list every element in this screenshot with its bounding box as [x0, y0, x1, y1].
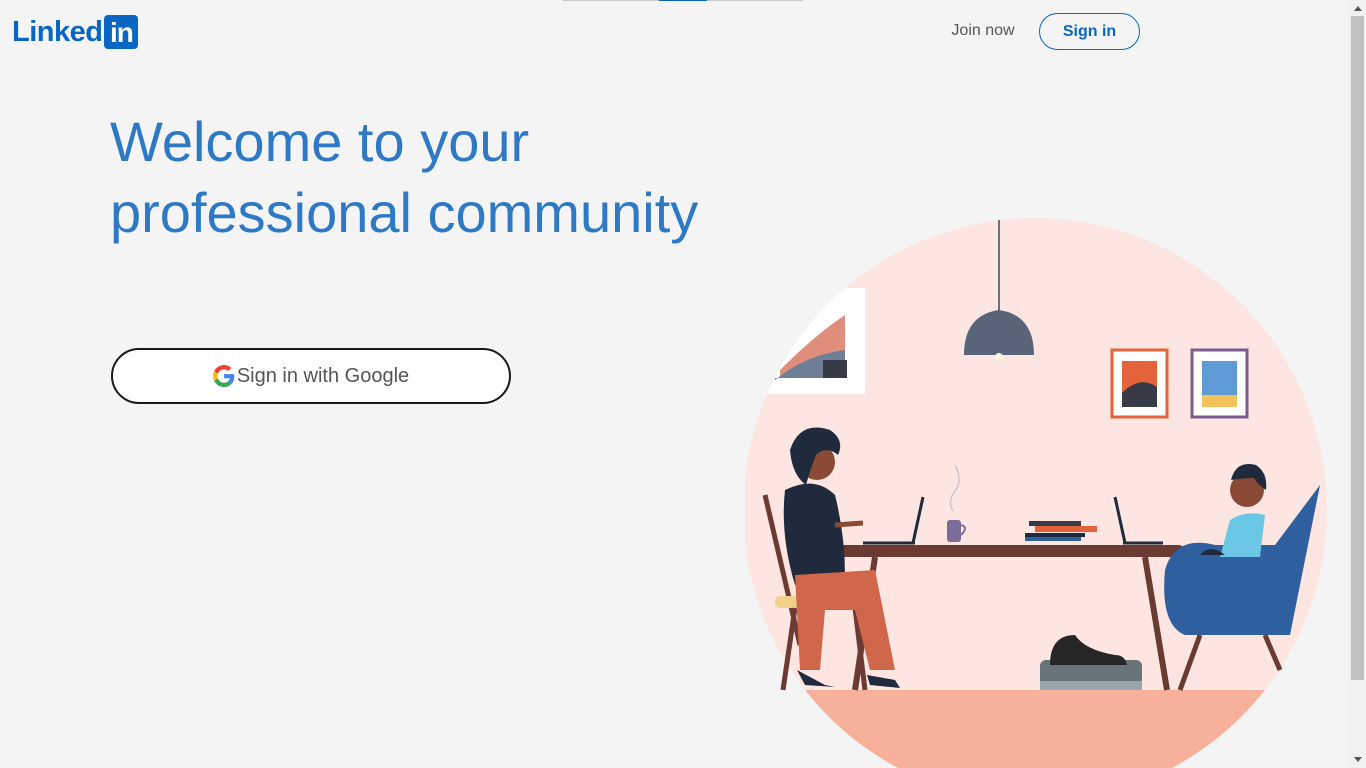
headline-line-1: Welcome to your: [110, 110, 530, 173]
logo-in-box: in: [104, 15, 139, 49]
page-headline: Welcome to your professional community: [110, 106, 770, 248]
logo-wordmark: Linked: [12, 16, 103, 48]
hero-illustration: [745, 218, 1327, 768]
sign-in-with-google-button[interactable]: Sign in with Google: [111, 348, 511, 404]
join-now-link[interactable]: Join now: [940, 14, 1026, 48]
scroll-down-arrow-icon[interactable]: [1349, 752, 1366, 768]
scrollbar-thumb[interactable]: [1351, 16, 1364, 680]
sign-in-button[interactable]: Sign in: [1039, 13, 1140, 50]
vertical-scrollbar[interactable]: [1349, 0, 1366, 768]
google-icon: [212, 365, 235, 387]
google-button-label: Sign in with Google: [236, 364, 410, 387]
scroll-up-arrow-icon[interactable]: [1349, 0, 1366, 16]
top-progress-strip: [563, 0, 803, 1]
top-progress-segment: [659, 0, 707, 1]
linkedin-logo[interactable]: Linked in: [12, 15, 139, 49]
headline-line-2: professional community: [110, 181, 699, 244]
